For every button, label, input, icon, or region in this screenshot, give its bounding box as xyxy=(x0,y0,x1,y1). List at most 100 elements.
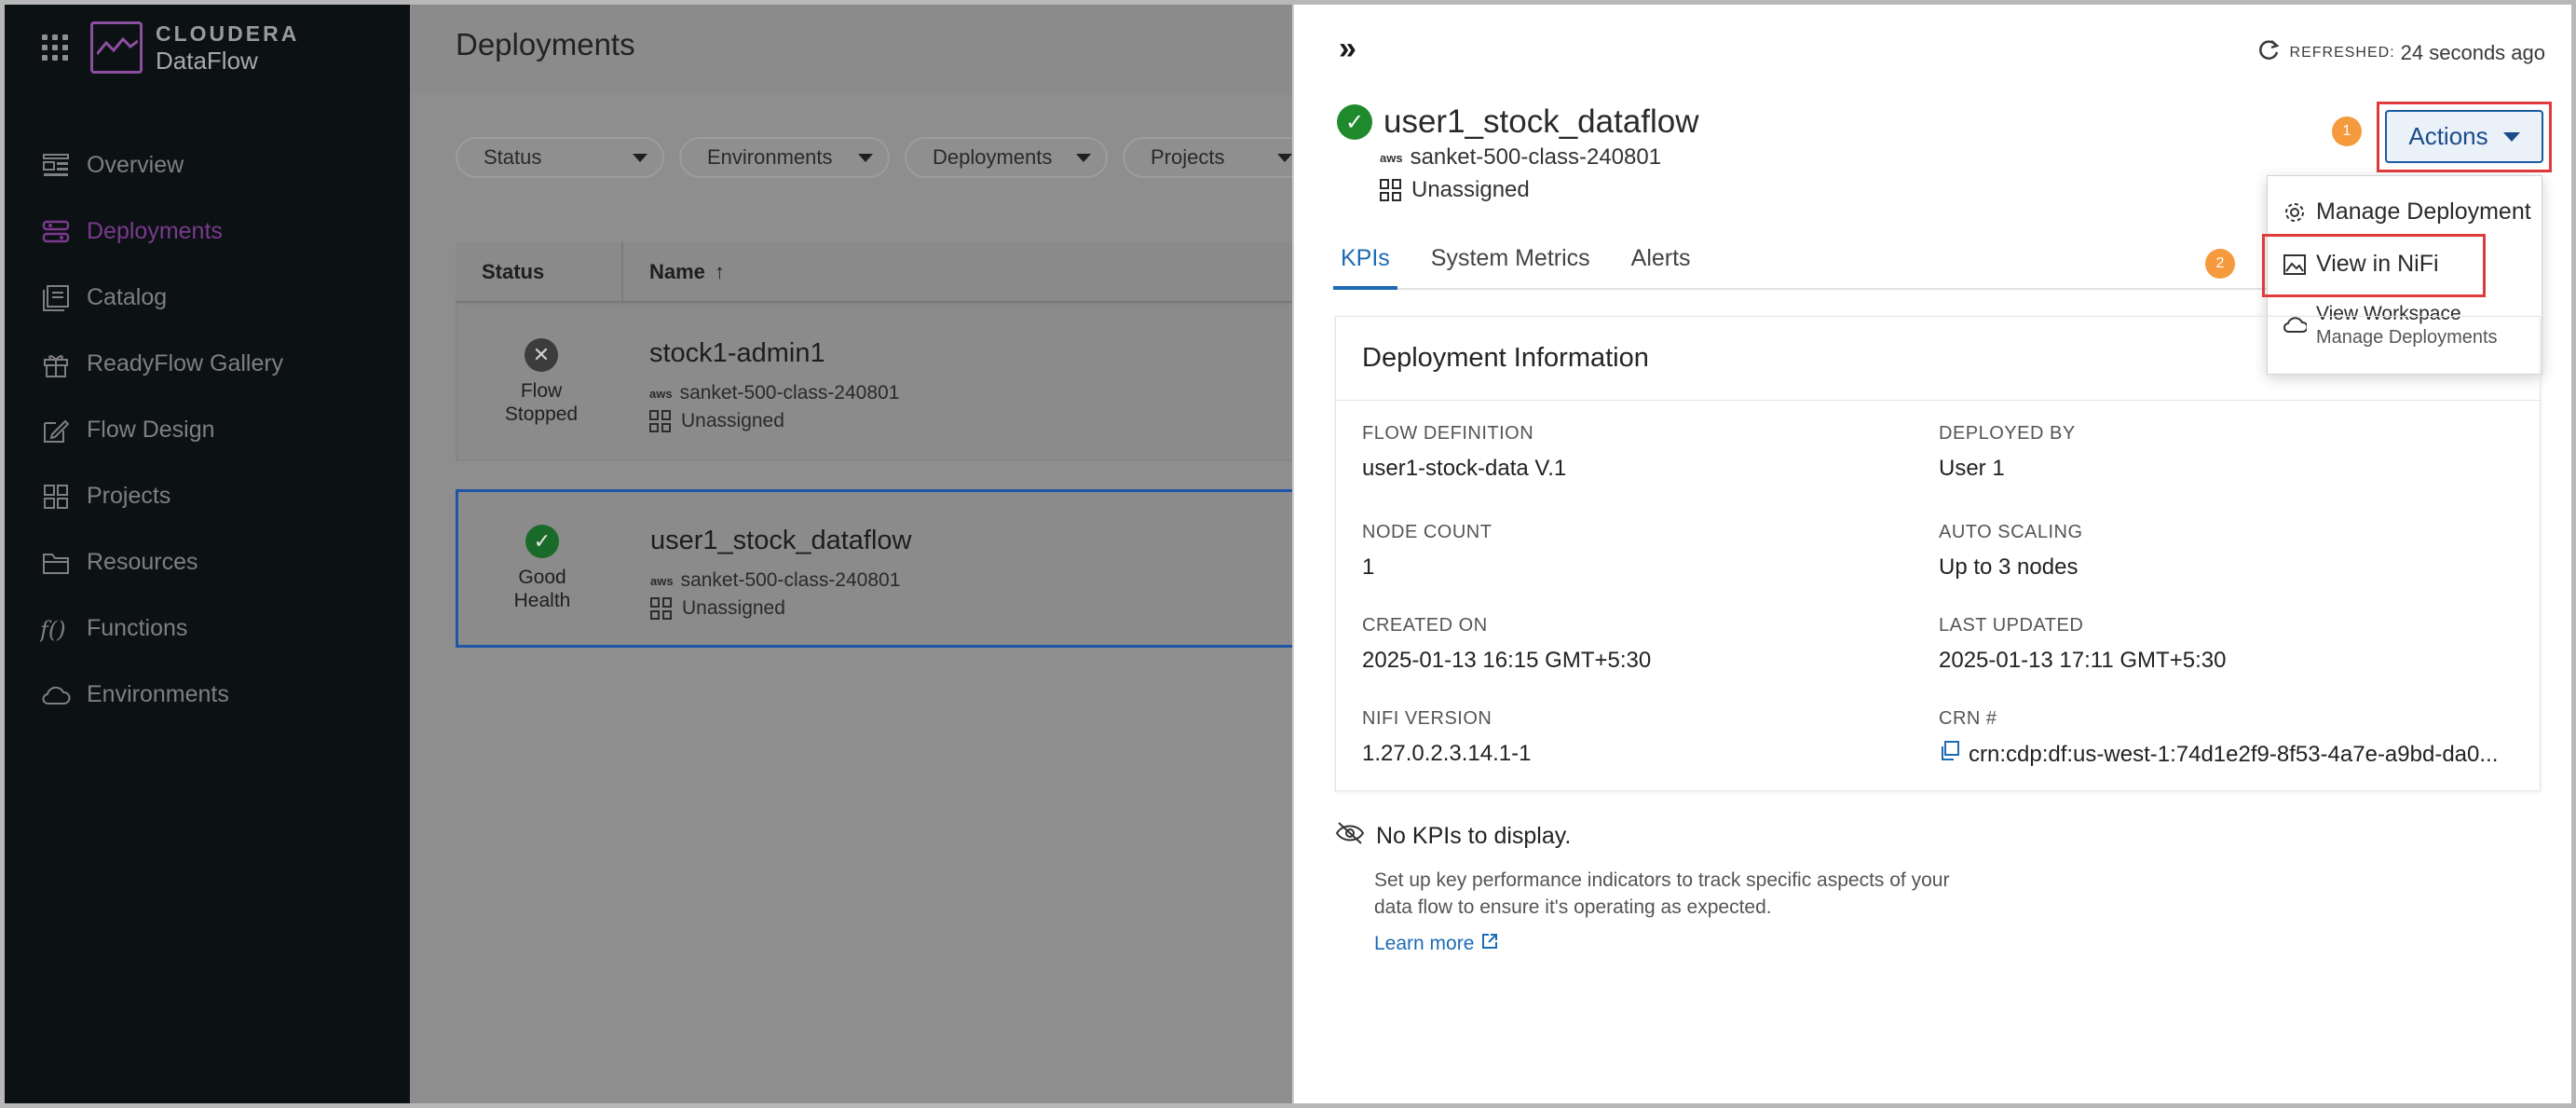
field-value: 1 xyxy=(1362,554,1375,580)
main-content: Deployments Status Environments Deployme… xyxy=(410,5,1313,1103)
environment-name: sanket-500-class-240801 xyxy=(1410,144,1662,170)
field-value: 1.27.0.2.3.14.1-1 xyxy=(1362,741,1532,766)
crn-value[interactable]: crn:cdp:df:us-west-1:74d1e2f9-8f53-4a7e-… xyxy=(1939,741,2498,768)
brand-name: CLOUDERA xyxy=(156,21,300,46)
menu-item-manage-deployment[interactable]: Manage Deployment xyxy=(2283,198,2531,226)
sidebar-item-projects[interactable]: Projects xyxy=(5,463,410,529)
table-row[interactable]: ✕ Flow Stopped stock1-admin1 aws sanket-5… xyxy=(456,303,1313,461)
app-switcher-icon[interactable] xyxy=(42,34,68,61)
caret-down-icon xyxy=(858,153,873,162)
refresh-status[interactable]: REFRESHED: 24 seconds ago xyxy=(2256,38,2545,67)
sidebar-item-label: Catalog xyxy=(87,284,168,310)
field-label: CRN # xyxy=(1939,708,1997,729)
environment-name: sanket-500-class-240801 xyxy=(680,569,901,591)
filter-label: Status xyxy=(484,145,542,169)
eye-off-icon xyxy=(1335,821,1365,852)
caret-down-icon xyxy=(1277,153,1292,162)
tab-system-metrics[interactable]: System Metrics xyxy=(1424,245,1598,290)
status-cell: ✓ Good Health xyxy=(458,492,626,645)
copy-icon[interactable] xyxy=(1939,741,1959,768)
filter-label: Environments xyxy=(707,145,833,169)
no-kpis-text: No KPIs to display. xyxy=(1376,823,1572,849)
sidebar-item-catalog[interactable]: Catalog xyxy=(5,265,410,331)
menu-item-label: Manage Deployment xyxy=(2316,198,2531,225)
sidebar-item-resources[interactable]: Resources xyxy=(5,529,410,595)
field-auto-scaling: AUTO SCALING Up to 3 nodes xyxy=(1939,522,2083,581)
sort-ascending-icon: ↑ xyxy=(714,259,725,283)
function-icon: f() xyxy=(40,615,72,643)
projects-icon xyxy=(40,483,72,511)
deployment-info-card: Deployment Information FLOW DEFINITION u… xyxy=(1335,316,2541,791)
environment-name: sanket-500-class-240801 xyxy=(679,382,900,404)
field-label: DEPLOYED BY xyxy=(1939,423,2076,444)
status-cell: ✕ Flow Stopped xyxy=(457,305,625,459)
field-deployed-by: DEPLOYED BY User 1 xyxy=(1939,423,2076,482)
menu-item-view-in-nifi[interactable]: View in NiFi xyxy=(2283,251,2439,278)
column-header-label: Name xyxy=(649,259,705,283)
tab-kpis[interactable]: KPIs xyxy=(1333,245,1397,290)
field-label: NODE COUNT xyxy=(1362,522,1492,542)
check-circle-icon: ✓ xyxy=(1337,104,1372,140)
sidebar-item-label: ReadyFlow Gallery xyxy=(87,350,284,376)
filter-status[interactable]: Status xyxy=(456,137,664,178)
field-created-on: CREATED ON 2025-01-13 16:15 GMT+5:30 xyxy=(1362,615,1651,674)
filter-bar: Status Environments Deployments Projects xyxy=(456,137,1309,178)
gift-icon xyxy=(40,350,72,378)
caret-down-icon xyxy=(2502,131,2520,142)
filter-environments[interactable]: Environments xyxy=(679,137,890,178)
project-name: Unassigned xyxy=(1411,177,1530,202)
edit-icon xyxy=(40,417,72,445)
field-label: LAST UPDATED xyxy=(1939,615,2084,636)
field-value: User 1 xyxy=(1939,456,2005,481)
sidebar-item-deployments[interactable]: Deployments xyxy=(5,198,410,265)
filter-label: Projects xyxy=(1151,145,1225,169)
table-header: Status Name ↑ xyxy=(456,241,1313,303)
tab-alerts[interactable]: Alerts xyxy=(1624,245,1698,290)
sidebar-item-label: Environments xyxy=(87,681,229,707)
name-cell: user1_stock_dataflow aws sanket-500-class… xyxy=(626,492,912,645)
brand: CLOUDERA DataFlow xyxy=(42,20,299,75)
sidebar-item-functions[interactable]: f() Functions xyxy=(5,595,410,662)
svg-text:f(): f() xyxy=(40,617,66,643)
sidebar-item-label: Flow Design xyxy=(87,417,215,443)
project-icon xyxy=(649,410,672,432)
sidebar-nav: Overview Deployments Catalog ReadyFlow G… xyxy=(5,132,410,728)
sidebar-item-flow-design[interactable]: Flow Design xyxy=(5,397,410,463)
aws-icon: aws xyxy=(650,573,674,588)
collapse-drawer-icon[interactable]: » xyxy=(1339,31,1356,67)
filter-projects[interactable]: Projects xyxy=(1123,137,1309,178)
sidebar-item-overview[interactable]: Overview xyxy=(5,132,410,198)
deployments-table: Status Name ↑ ✕ Flow Stopped stock1-admin… xyxy=(456,241,1313,648)
name-cell: stock1-admin1 aws sanket-500-class-240801… xyxy=(625,305,899,459)
step-badge: 1 xyxy=(2332,116,2362,146)
field-label: CREATED ON xyxy=(1362,615,1488,636)
sidebar-item-readyflow-gallery[interactable]: ReadyFlow Gallery xyxy=(5,331,410,397)
actions-button[interactable]: Actions xyxy=(2385,110,2543,163)
no-kpis-message: No KPIs to display. xyxy=(1335,821,1571,852)
refreshed-value: 24 seconds ago xyxy=(2400,40,2545,64)
status-text: Good Health xyxy=(513,566,571,611)
deployment-details-drawer: » REFRESHED: 24 seconds ago ✓ user1_stoc… xyxy=(1292,5,2571,1103)
image-icon xyxy=(2283,253,2307,277)
table-row[interactable]: ✓ Good Health user1_stock_dataflow aws sa… xyxy=(456,489,1313,648)
deployment-name: user1_stock_dataflow xyxy=(1383,103,1699,140)
deployment-environment: aws sanket-500-class-240801 xyxy=(1380,144,1661,171)
field-label: FLOW DEFINITION xyxy=(1362,423,1534,444)
field-value: crn:cdp:df:us-west-1:74d1e2f9-8f53-4a7e-… xyxy=(1969,741,2499,767)
sidebar-item-label: Resources xyxy=(87,549,198,575)
field-crn: CRN # crn:cdp:df:us-west-1:74d1e2f9-8f53… xyxy=(1939,708,2498,768)
sidebar-item-label: Projects xyxy=(87,483,171,509)
external-link-icon xyxy=(1481,933,1498,955)
column-header-name[interactable]: Name ↑ xyxy=(623,260,725,284)
project-icon xyxy=(650,597,673,620)
field-value: 2025-01-13 17:11 GMT+5:30 xyxy=(1939,648,2227,673)
learn-more-link[interactable]: Learn more xyxy=(1374,933,1498,955)
column-header-status[interactable]: Status xyxy=(456,241,623,302)
gear-icon xyxy=(2283,200,2307,225)
sidebar-item-environments[interactable]: Environments xyxy=(5,662,410,728)
page-title: Deployments xyxy=(456,27,635,62)
refreshed-label: REFRESHED: xyxy=(2289,44,2395,61)
deployment-project: Unassigned xyxy=(1380,177,1530,203)
filter-deployments[interactable]: Deployments xyxy=(905,137,1108,178)
card-title: Deployment Information xyxy=(1336,317,2540,401)
